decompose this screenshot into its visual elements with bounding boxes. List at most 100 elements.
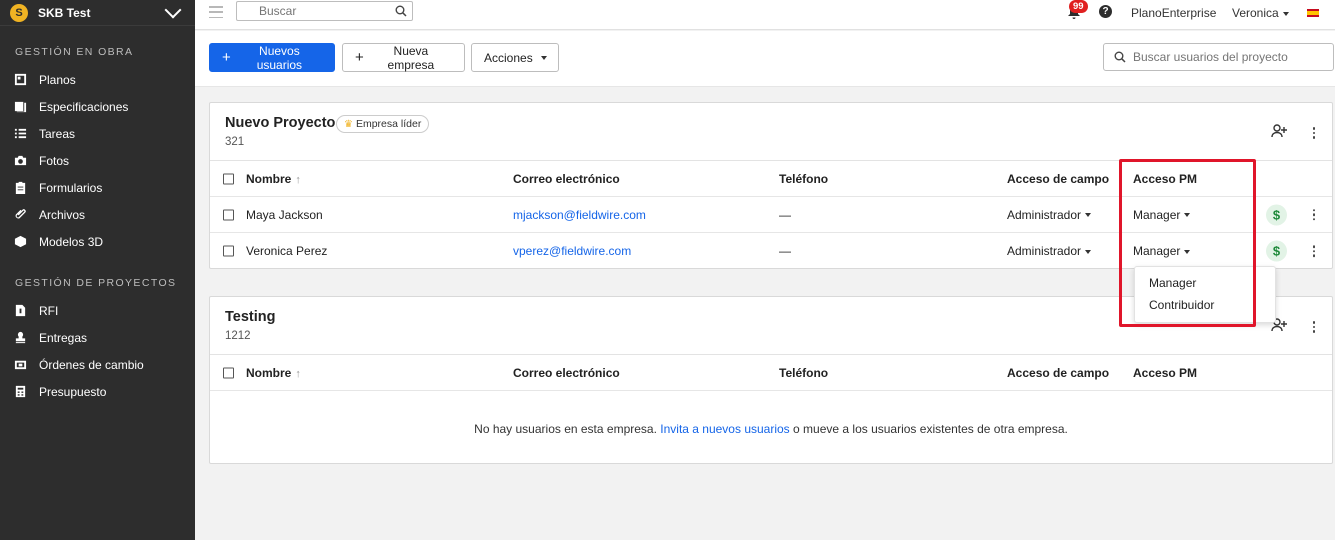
sidebar-item-label: Planos xyxy=(39,72,76,87)
user-menu[interactable]: Veronica xyxy=(1232,6,1289,20)
user-name: Maya Jackson xyxy=(246,207,323,222)
more-options-icon[interactable] xyxy=(1312,321,1316,333)
sidebar-item-tareas[interactable]: Tareas xyxy=(0,120,195,147)
section-title-projects: GESTIÓN DE PROYECTOS xyxy=(15,277,177,289)
sidebar-item-presupuesto[interactable]: Presupuesto xyxy=(0,378,195,405)
column-header-field-access: Acceso de campo xyxy=(1007,171,1110,186)
change-order-icon xyxy=(13,358,27,372)
user-name: Veronica xyxy=(1232,6,1279,20)
camera-icon xyxy=(13,154,27,168)
company-count: 321 xyxy=(225,136,245,148)
global-search xyxy=(236,1,413,21)
sidebar-item-label: Presupuesto xyxy=(39,384,107,399)
highlight-box xyxy=(1119,159,1256,327)
select-all-checkbox[interactable] xyxy=(223,367,234,378)
field-access-dropdown[interactable]: Administrador xyxy=(1007,244,1092,258)
sidebar-item-planos[interactable]: Planos xyxy=(0,66,195,93)
new-users-button[interactable]: + Nuevos usuarios xyxy=(209,43,335,72)
column-header-name[interactable]: Nombre ↑ xyxy=(246,366,301,380)
project-user-search xyxy=(1103,43,1334,71)
stamp-icon xyxy=(13,331,27,345)
help-icon[interactable]: ? xyxy=(1099,5,1112,18)
user-phone: — xyxy=(779,244,791,258)
company-header: Nuevo Proyecto ♛ Empresa líder 321 xyxy=(210,103,1332,161)
org-switcher[interactable]: S SKB Test xyxy=(0,0,195,26)
clipboard-icon xyxy=(13,181,27,195)
sidebar-item-label: Entregas xyxy=(39,330,88,345)
chevron-down-icon[interactable] xyxy=(164,1,182,19)
menu-icon[interactable] xyxy=(209,6,223,18)
new-users-label: Nuevos usuarios xyxy=(256,43,303,72)
column-header-phone: Teléfono xyxy=(779,171,829,186)
caret-down-icon xyxy=(1085,213,1092,218)
nav-list-site: Planos Especificaciones Tareas Fotos For… xyxy=(0,66,195,255)
add-user-icon[interactable] xyxy=(1271,124,1288,141)
caret-down-icon xyxy=(1282,11,1289,16)
action-bar: + Nuevos usuarios + Nueva empresa Accion… xyxy=(195,31,1335,87)
sidebar-item-especificaciones[interactable]: Especificaciones xyxy=(0,93,195,120)
rfi-icon xyxy=(13,304,27,318)
more-options-icon[interactable] xyxy=(1312,127,1316,139)
row-checkbox[interactable] xyxy=(223,209,234,220)
cube-icon xyxy=(13,235,27,249)
user-name: Veronica Perez xyxy=(246,244,328,258)
empty-state-message: No hay usuarios en esta empresa. Invita … xyxy=(474,422,1068,436)
company-count: 1212 xyxy=(225,330,251,342)
column-header-phone: Teléfono xyxy=(779,365,829,380)
empty-state: No hay usuarios en esta empresa. Invita … xyxy=(210,391,1332,465)
row-checkbox[interactable] xyxy=(223,245,234,257)
plus-icon: + xyxy=(222,49,231,66)
column-header-name[interactable]: Nombre ↑ xyxy=(246,172,301,186)
sidebar-item-fotos[interactable]: Fotos xyxy=(0,147,195,174)
more-options-icon[interactable] xyxy=(1312,208,1316,221)
sidebar-item-ordenes-de-cambio[interactable]: Órdenes de cambio xyxy=(0,351,195,378)
sidebar: S SKB Test GESTIÓN EN OBRA Planos Especi… xyxy=(0,0,195,540)
dollar-icon[interactable]: $ xyxy=(1266,240,1287,262)
sidebar-item-rfi[interactable]: RFI xyxy=(0,297,195,324)
topbar: 99 ? PlanoEnterprise Veronica xyxy=(195,0,1335,30)
user-email-link[interactable]: mjackson@fieldwire.com xyxy=(513,208,646,222)
lead-company-label: Empresa líder xyxy=(355,118,422,130)
company-name: Nuevo Proyecto xyxy=(225,115,336,131)
user-email-link[interactable]: vperez@fieldwire.com xyxy=(513,244,631,258)
notification-badge: 99 xyxy=(1069,0,1088,13)
sidebar-item-label: Especificaciones xyxy=(39,99,129,114)
invite-users-link[interactable]: Invita a nuevos usuarios xyxy=(660,422,789,436)
tasks-icon xyxy=(13,127,27,141)
spain-flag-icon[interactable] xyxy=(1307,9,1319,17)
plus-icon: + xyxy=(355,49,364,66)
crown-icon: ♛ xyxy=(344,118,353,130)
sidebar-item-archivos[interactable]: Archivos xyxy=(0,201,195,228)
column-header-pm-access: Acceso PM xyxy=(1133,365,1198,380)
calculator-icon xyxy=(13,385,27,399)
project-user-search-input[interactable] xyxy=(1104,44,1333,70)
sidebar-item-modelos-3d[interactable]: Modelos 3D xyxy=(0,228,195,255)
column-header-email: Correo electrónico xyxy=(513,171,620,186)
sidebar-item-label: Tareas xyxy=(39,126,76,141)
section-title-site: GESTIÓN EN OBRA xyxy=(15,46,134,58)
dollar-icon[interactable]: $ xyxy=(1266,204,1287,225)
caret-down-icon xyxy=(1085,249,1092,254)
field-access-dropdown[interactable]: Administrador xyxy=(1007,208,1092,222)
company-name: Testing xyxy=(225,309,276,325)
plan-label: PlanoEnterprise xyxy=(1131,6,1217,20)
sort-arrow-up-icon: ↑ xyxy=(295,173,301,186)
actions-dropdown-button[interactable]: Acciones xyxy=(471,43,559,72)
column-header-email: Correo electrónico xyxy=(513,365,620,380)
more-options-icon[interactable] xyxy=(1312,245,1316,257)
caret-down-icon xyxy=(540,55,547,60)
org-name: SKB Test xyxy=(38,5,91,20)
org-logo: S xyxy=(10,3,28,22)
global-search-input[interactable] xyxy=(237,2,412,20)
new-company-label: Nueva empresa xyxy=(387,43,435,72)
search-icon[interactable] xyxy=(395,5,407,20)
plans-icon xyxy=(13,73,27,87)
sidebar-item-entregas[interactable]: Entregas xyxy=(0,324,195,351)
select-all-checkbox[interactable] xyxy=(223,173,234,184)
table-header-row: Nombre ↑ Correo electrónico Teléfono Acce… xyxy=(210,355,1332,391)
paperclip-icon xyxy=(13,208,27,222)
sidebar-item-formularios[interactable]: Formularios xyxy=(0,174,195,201)
new-company-button[interactable]: + Nueva empresa xyxy=(342,43,465,72)
sidebar-item-label: Órdenes de cambio xyxy=(39,357,144,372)
sidebar-item-label: Formularios xyxy=(39,180,103,195)
